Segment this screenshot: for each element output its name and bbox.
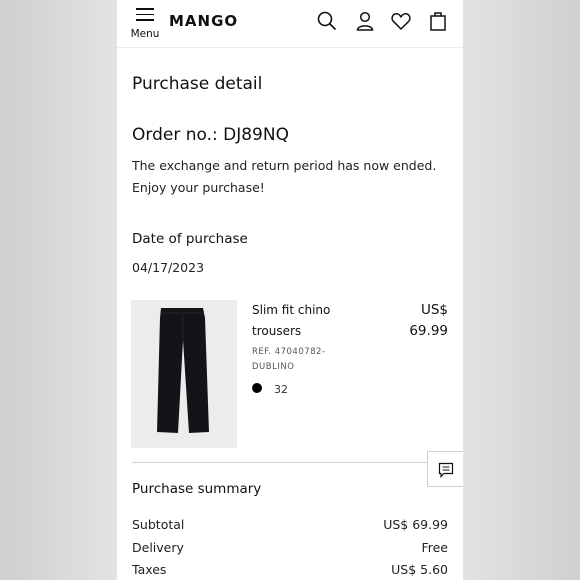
- user-icon[interactable]: [354, 10, 376, 32]
- top-bar: Menu MANGO: [117, 0, 463, 48]
- brand-logo[interactable]: MANGO: [169, 12, 238, 30]
- summary-value: Free: [421, 540, 448, 555]
- search-icon[interactable]: [316, 10, 338, 32]
- app-screen: Menu MANGO Purchase detail Order no.: DJ…: [117, 0, 463, 580]
- color-swatch: [252, 383, 262, 393]
- product-reference: REF. 47040782- DUBLINO: [252, 345, 362, 375]
- product-price: US$ 69.99: [409, 300, 448, 342]
- product-name-line-2: trousers: [252, 324, 302, 338]
- menu-button[interactable]: Menu: [129, 6, 161, 42]
- page-title: Purchase detail: [132, 74, 263, 94]
- product-size: 32: [274, 383, 288, 396]
- product-name-line-1: Slim fit chino: [252, 303, 331, 317]
- note-line-2: Enjoy your purchase!: [132, 179, 265, 195]
- menu-label: Menu: [130, 28, 160, 40]
- price-currency: US$: [420, 302, 448, 318]
- heart-icon[interactable]: [390, 10, 412, 32]
- bag-icon[interactable]: [427, 10, 449, 32]
- note-line-1: The exchange and return period has now e…: [132, 158, 437, 173]
- background-left: [0, 0, 117, 580]
- price-amount: 69.99: [409, 323, 448, 339]
- chat-icon: [438, 462, 454, 478]
- date-of-purchase-label: Date of purchase: [132, 231, 248, 247]
- summary-label: Subtotal: [132, 517, 185, 532]
- order-number: Order no.: DJ89NQ: [132, 125, 289, 145]
- hamburger-icon: [136, 8, 154, 25]
- date-of-purchase-value: 04/17/2023: [132, 260, 205, 275]
- summary-label: Delivery: [132, 540, 184, 555]
- section-divider: [132, 462, 428, 463]
- reference-line-2: DUBLINO: [252, 362, 295, 372]
- product-image[interactable]: [131, 300, 237, 448]
- product-name[interactable]: Slim fit chino trousers: [252, 300, 362, 342]
- purchase-summary-title: Purchase summary: [132, 481, 262, 497]
- background-right: [463, 0, 580, 580]
- summary-value: US$ 5.60: [391, 562, 448, 577]
- chat-button[interactable]: [427, 451, 463, 487]
- return-period-note: The exchange and return period has now e…: [132, 155, 436, 198]
- summary-label: Taxes: [132, 562, 167, 577]
- reference-line-1: REF. 47040782-: [252, 347, 326, 357]
- summary-value: US$ 69.99: [383, 517, 448, 532]
